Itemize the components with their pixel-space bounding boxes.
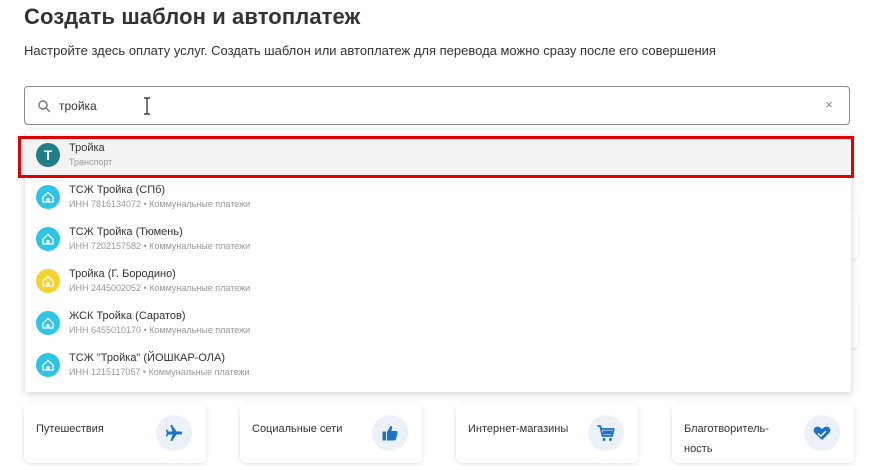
thumbs-up-icon	[372, 415, 408, 451]
category-label: Благотворитель-ность	[684, 423, 769, 455]
result-name: ТСЖ Тройка (Тюмень)	[69, 226, 183, 238]
house-icon	[36, 185, 60, 209]
result-item[interactable]: ТСЖ Тройка (СПб) ИНН 7816134072 • Коммун…	[25, 176, 851, 218]
category-label: Путешествия	[36, 423, 104, 435]
page-subtitle: Настройте здесь оплату услуг. Создать ша…	[24, 43, 716, 58]
result-item-troika[interactable]: Т Тройка Транспорт	[25, 134, 851, 176]
shopping-cart-icon	[588, 415, 624, 451]
result-item[interactable]: Тройка (Г. Бородино) ИНН 2445002052 • Ко…	[25, 260, 851, 302]
result-name: Тройка (Г. Бородино)	[69, 268, 176, 280]
result-name: ТСЖ "Тройка" (ЙОШКАР-ОЛА)	[69, 352, 225, 364]
house-icon	[36, 227, 60, 251]
search-box[interactable]: ×	[24, 86, 850, 125]
troika-logo-icon: Т	[36, 143, 60, 167]
house-icon	[36, 269, 60, 293]
result-desc: ИНН 7202157582 • Коммунальные платежи	[69, 241, 251, 251]
clear-search-button[interactable]: ×	[823, 98, 835, 111]
search-icon	[38, 100, 51, 113]
result-name: ТСЖ Тройка (СПб)	[69, 184, 166, 196]
result-name: ЖСК Тройка (Саратов)	[69, 310, 186, 322]
category-label: Социальные сети	[252, 423, 343, 435]
result-desc: ИНН 1215117057 • Коммунальные платежи	[69, 367, 250, 377]
search-results-dropdown: Т Тройка Транспорт ТСЖ Тройка (СПб) ИНН …	[25, 130, 851, 392]
troika-logo-letter: Т	[43, 147, 53, 163]
result-item[interactable]: ТСЖ "Тройка" (ЙОШКАР-ОЛА) ИНН 1215117057…	[25, 344, 851, 386]
category-charity[interactable]: Благотворитель-ность	[672, 403, 854, 463]
page-title: Создать шаблон и автоплатеж	[24, 4, 361, 29]
house-icon	[36, 353, 60, 377]
result-desc: ИНН 7816134072 • Коммунальные платежи	[69, 199, 251, 209]
category-online-shops[interactable]: Интернет-магазины	[456, 403, 638, 463]
text-cursor-icon	[144, 97, 150, 115]
result-desc: ИНН 6455010170 • Коммунальные платежи	[69, 325, 251, 335]
result-item[interactable]: ЖСК Тройка (Саратов) ИНН 6455010170 • Ко…	[25, 302, 851, 344]
house-icon	[36, 311, 60, 335]
result-name: Тройка	[69, 142, 105, 154]
result-item[interactable]: ТСЖ Тройка (Тюмень) ИНН 7202157582 • Ком…	[25, 218, 851, 260]
heart-hands-icon	[804, 415, 840, 451]
result-desc: Транспорт	[69, 157, 113, 167]
category-travel[interactable]: Путешествия	[24, 403, 206, 463]
category-social[interactable]: Социальные сети	[240, 403, 422, 463]
search-input[interactable]	[59, 96, 799, 116]
category-label: Интернет-магазины	[468, 423, 569, 435]
airplane-icon	[156, 415, 192, 451]
result-desc: ИНН 2445002052 • Коммунальные платежи	[69, 283, 251, 293]
